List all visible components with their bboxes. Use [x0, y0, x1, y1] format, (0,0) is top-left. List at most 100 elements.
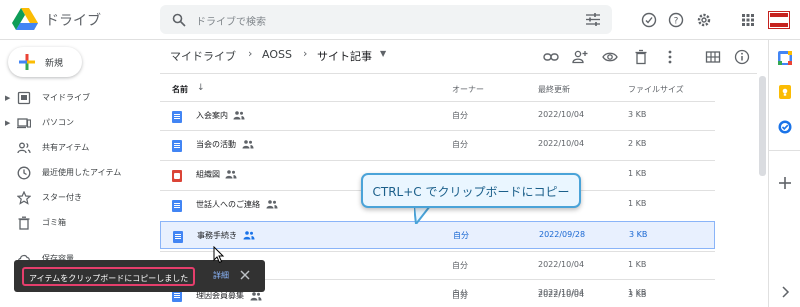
sidebar-item-trash[interactable]: ゴミ箱 — [0, 211, 150, 235]
recent-icon — [17, 166, 31, 180]
keep-icon[interactable] — [777, 84, 793, 100]
file-owner: 自分 — [452, 140, 468, 149]
grid-view-icon[interactable] — [705, 49, 721, 65]
close-icon[interactable] — [239, 269, 251, 281]
file-size: 1 KB — [628, 169, 647, 178]
sidebar-item-computers[interactable]: ▶ パソコン — [0, 111, 150, 135]
calendar-icon[interactable] — [777, 50, 793, 66]
file-owner: 自分 — [452, 261, 468, 270]
trash-icon — [18, 216, 30, 230]
svg-text:?: ? — [674, 17, 679, 27]
sidebar-item-label: 共有アイテム — [42, 143, 90, 152]
expand-arrow-icon[interactable]: ▶ — [5, 94, 10, 102]
side-panel — [768, 40, 800, 307]
snackbar-details-link[interactable]: 詳細 — [213, 270, 229, 281]
trash-icon[interactable] — [633, 49, 649, 65]
snackbar: アイテムをクリップボードにコピーしました 詳細 — [14, 260, 265, 292]
shared-icon — [233, 111, 245, 120]
file-size: 3 KB — [629, 230, 648, 239]
callout-text: CTRL+C でクリップボードにコピー — [372, 185, 570, 199]
file-name: 当会の活動 — [196, 140, 236, 149]
folder-toolbar: マイドライブ › AOSS › サイト記事 ▼ — [160, 40, 757, 74]
sidebar-item-shared[interactable]: 共有アイテム — [0, 136, 150, 160]
doc-file-icon — [172, 200, 182, 212]
snackbar-message: アイテムをクリップボードにコピーしました — [22, 267, 196, 286]
more-vert-icon[interactable] — [662, 49, 678, 65]
callout-pointer — [414, 206, 432, 224]
file-owner: 自分 — [452, 111, 468, 120]
sidebar-item-label: マイドライブ — [42, 93, 90, 102]
sidebar-item-my-drive[interactable]: ▶ マイドライブ — [0, 86, 150, 110]
drawing-file-icon — [172, 170, 182, 182]
breadcrumb-root[interactable]: マイドライブ — [170, 48, 236, 64]
file-modified: 2022/10/04 — [538, 139, 585, 148]
mouse-cursor-icon — [213, 246, 225, 264]
table-row[interactable]: 入会案内 自分 2022/10/04 3 KB — [160, 101, 715, 129]
table-row-selected[interactable]: 事務手続き 自分 2022/09/28 3 KB — [160, 221, 715, 249]
apps-grid-icon[interactable] — [740, 12, 756, 28]
column-header-owner[interactable]: オーナー — [452, 84, 484, 95]
breadcrumb-current[interactable]: サイト記事 — [317, 48, 372, 64]
google-drive-logo[interactable] — [12, 8, 38, 30]
column-header-modified[interactable]: 最終更新 — [538, 84, 570, 95]
sidebar-item-label: スター付き — [42, 193, 82, 202]
chevron-down-icon[interactable]: ▼ — [380, 49, 386, 58]
shared-icon — [250, 292, 262, 301]
column-header-size[interactable]: ファイルサイズ — [628, 84, 684, 95]
file-name: 世話人へのご連絡 — [196, 200, 260, 209]
shared-icon — [243, 231, 255, 240]
file-name: 事務手続き — [197, 231, 237, 240]
add-person-icon[interactable] — [572, 49, 588, 65]
file-modified: 2022/10/04 — [538, 290, 585, 299]
file-size: 1 KB — [628, 260, 647, 269]
sidebar-item-recent[interactable]: 最近使用したアイテム — [0, 161, 150, 185]
add-addon-icon[interactable] — [777, 175, 793, 191]
gear-icon[interactable] — [696, 12, 712, 28]
preview-eye-icon[interactable] — [602, 49, 618, 65]
expand-arrow-icon[interactable]: ▶ — [5, 119, 10, 127]
file-owner: 自分 — [452, 291, 468, 300]
callout-annotation: CTRL+C でクリップボードにコピー — [361, 173, 581, 208]
doc-file-icon — [172, 111, 182, 123]
star-icon — [17, 191, 31, 205]
app-name: ドライブ — [45, 13, 101, 29]
search-options-icon[interactable] — [586, 13, 600, 26]
shared-icon — [17, 142, 31, 154]
chevron-right-icon: › — [248, 47, 253, 60]
help-icon[interactable]: ? — [668, 12, 684, 28]
breadcrumb-folder[interactable]: AOSS — [262, 48, 292, 61]
info-icon[interactable] — [734, 49, 750, 65]
file-size: 3 KB — [628, 290, 647, 299]
table-row[interactable]: 当会の活動 自分 2022/10/04 2 KB — [160, 130, 715, 158]
file-owner: 自分 — [453, 231, 469, 240]
sort-arrow-down-icon[interactable]: ↓ — [197, 83, 205, 93]
tasks-icon[interactable] — [777, 119, 793, 135]
computers-icon — [17, 118, 31, 129]
new-button[interactable]: 新規 — [8, 47, 82, 77]
chevron-right-icon[interactable] — [777, 284, 793, 300]
top-header: ドライブ ドライブで検索 ? — [0, 0, 800, 40]
link-icon[interactable] — [543, 49, 559, 65]
column-header-name[interactable]: 名前 — [172, 84, 188, 95]
file-name: 組織図 — [196, 170, 220, 179]
doc-file-icon — [172, 140, 182, 152]
my-drive-icon — [17, 91, 31, 105]
file-name: 入会案内 — [196, 111, 228, 120]
search-bar[interactable]: ドライブで検索 — [160, 5, 612, 34]
file-size: 2 KB — [628, 139, 647, 148]
search-input[interactable]: ドライブで検索 — [196, 13, 266, 28]
file-modified: 2022/09/28 — [539, 230, 586, 239]
vertical-scrollbar[interactable] — [759, 76, 766, 176]
doc-file-icon — [173, 231, 183, 243]
file-size: 3 KB — [628, 110, 647, 119]
account-avatar[interactable] — [768, 11, 790, 29]
search-icon[interactable] — [172, 13, 186, 27]
sidebar-item-label: ゴミ箱 — [42, 218, 66, 227]
plus-icon — [19, 54, 35, 70]
offline-status-icon[interactable] — [641, 12, 657, 28]
file-modified: 2022/10/04 — [538, 110, 585, 119]
shared-icon — [225, 170, 237, 179]
file-size: 1 KB — [628, 199, 647, 208]
sidebar-item-starred[interactable]: スター付き — [0, 186, 150, 210]
shared-icon — [266, 200, 278, 209]
